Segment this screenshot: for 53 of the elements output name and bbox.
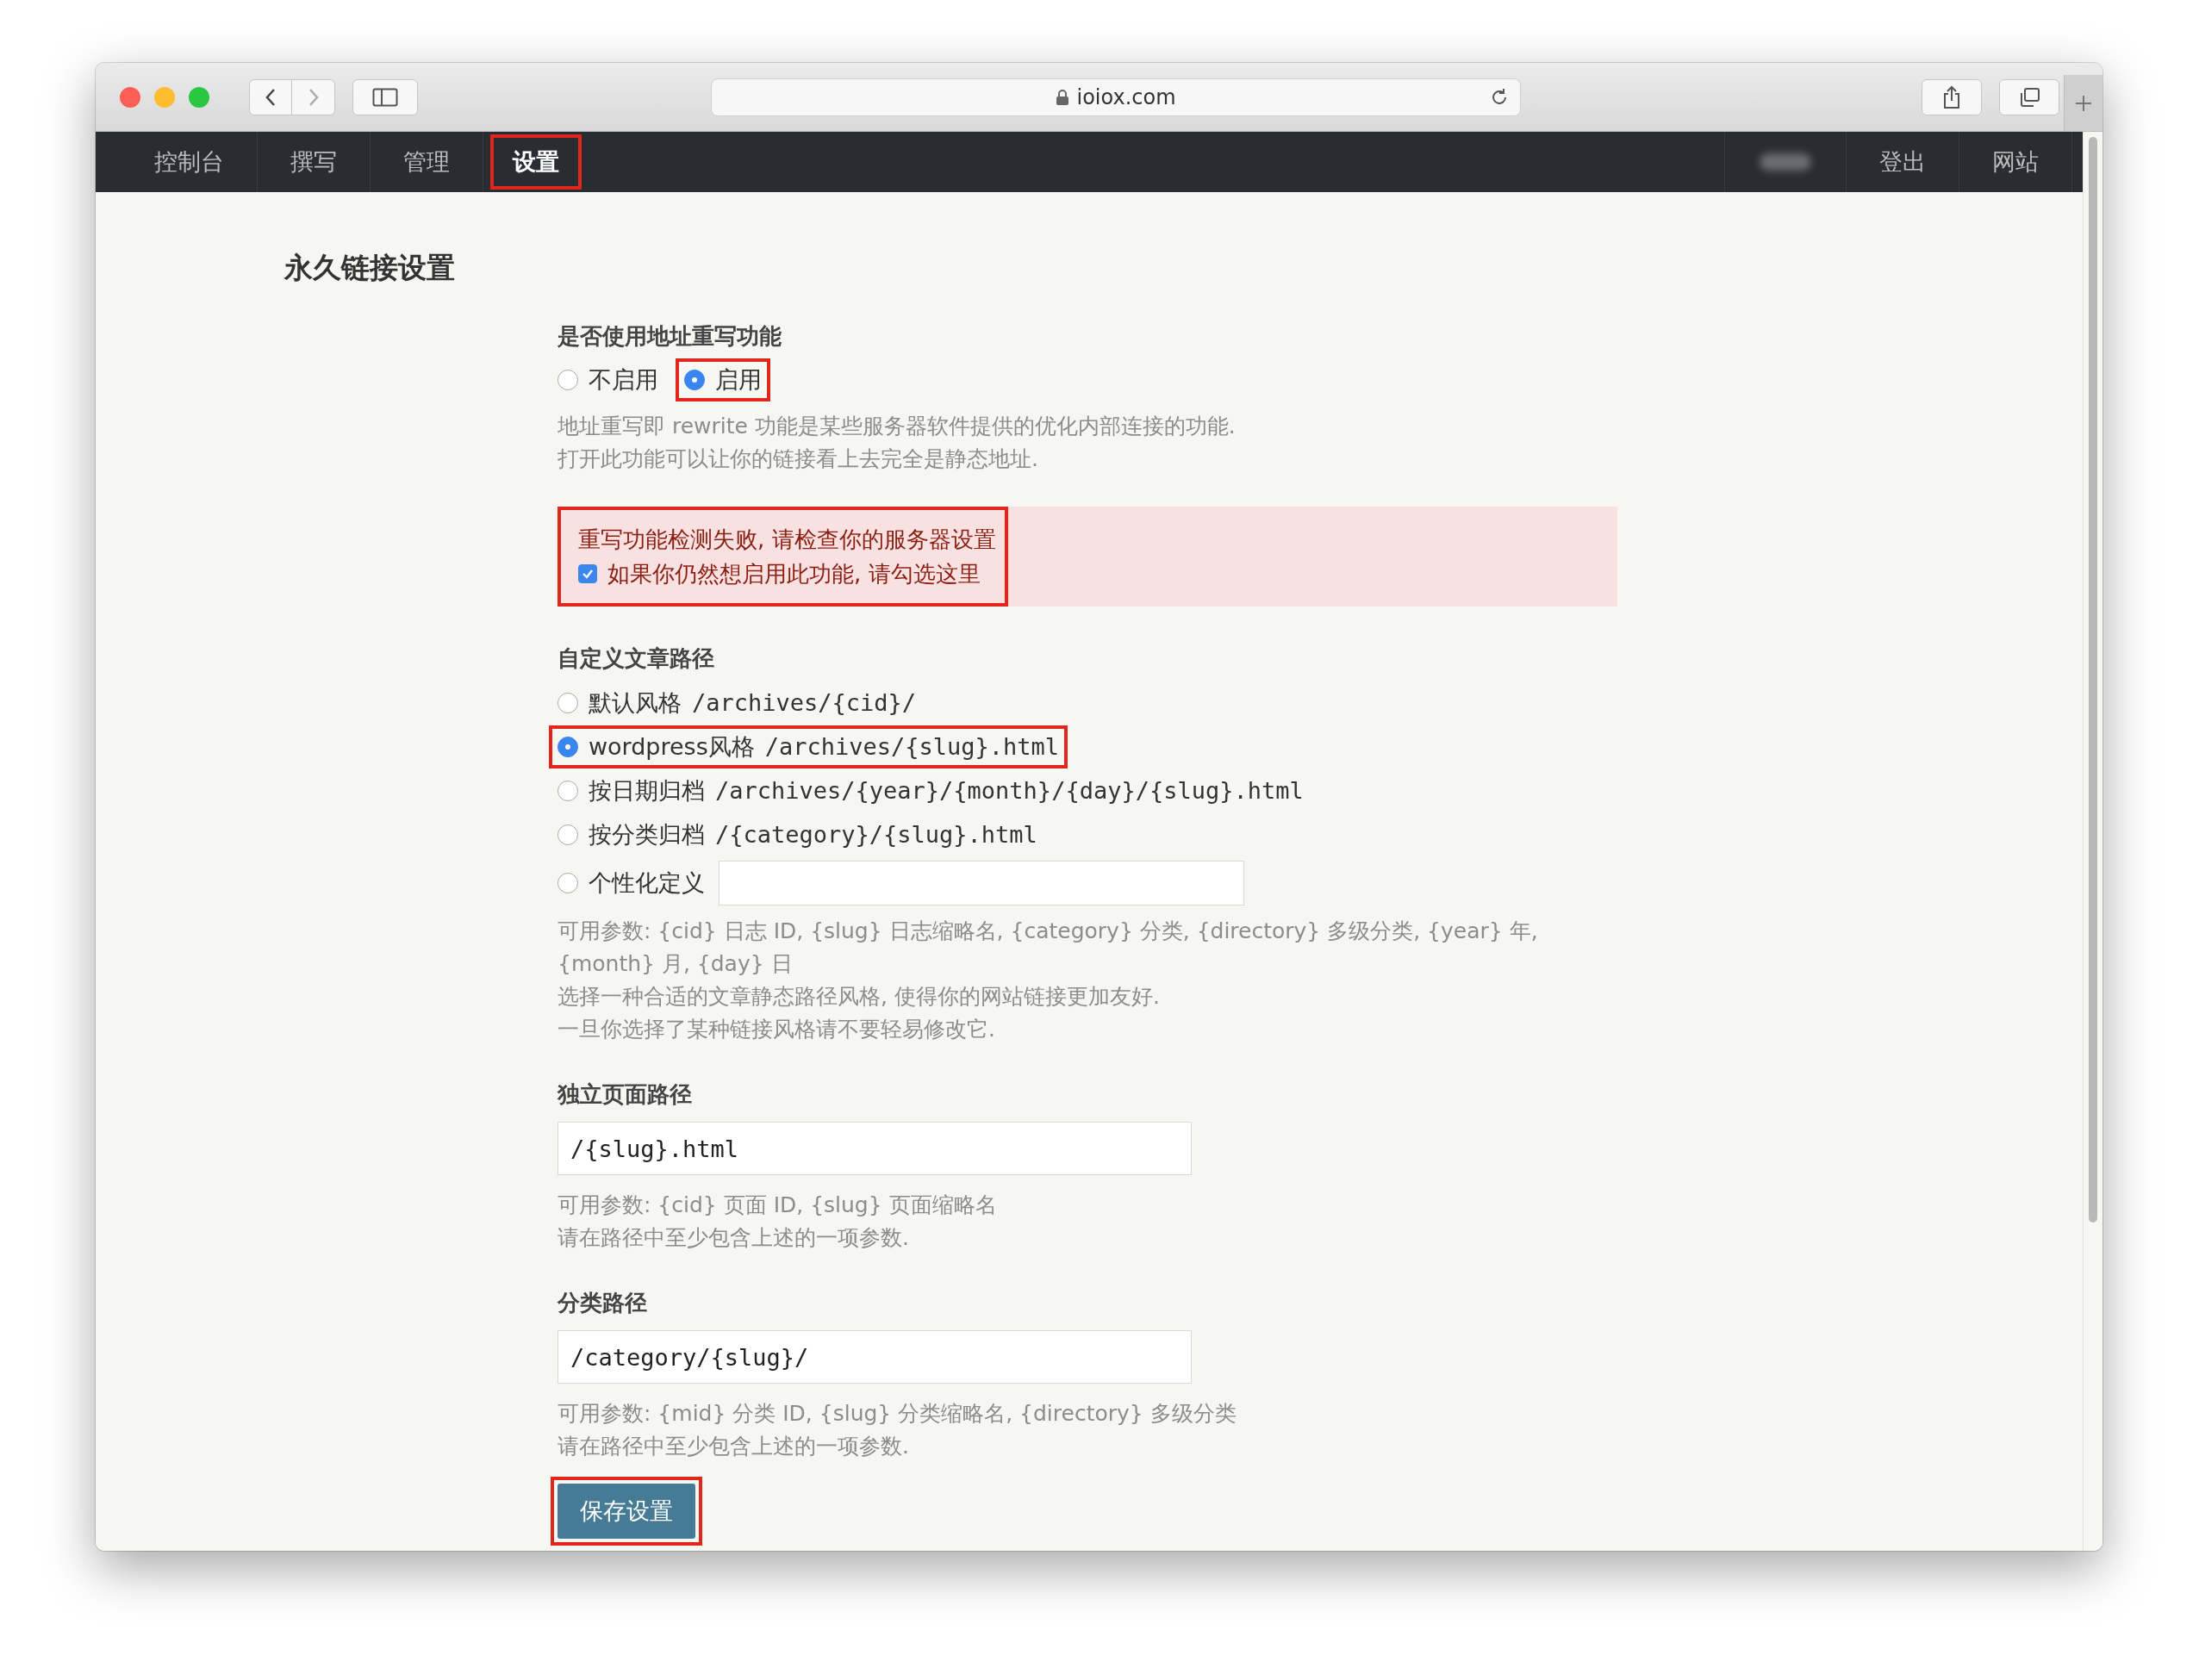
field-label: 是否使用地址重写功能 — [558, 322, 782, 351]
url-text: ioiox.com — [1076, 84, 1176, 109]
help-text: 一旦你选择了某种链接风格请不要轻易修改它. — [558, 1016, 996, 1043]
help-text: 可用参数: {cid} 页面 ID, {slug} 页面缩略名 — [558, 1192, 998, 1219]
close-icon[interactable] — [120, 86, 140, 108]
radio-button[interactable] — [558, 736, 578, 757]
radio-button[interactable] — [558, 824, 578, 845]
help-text: 请在路径中至少包含上述的一项参数. — [558, 1433, 910, 1460]
sidebar-button[interactable] — [352, 78, 418, 115]
field-label: 独立页面路径 — [558, 1080, 693, 1109]
nav-tab[interactable]: 设置 — [490, 134, 582, 190]
path-input[interactable]: /{slug}.html — [558, 1122, 1192, 1175]
help-text: 打开此功能可以让你的链接看上去完全是静态地址. — [558, 445, 1039, 473]
path-input[interactable]: /category/{slug}/ — [558, 1330, 1192, 1384]
sidebar-icon — [372, 87, 398, 107]
lock-icon — [1056, 88, 1070, 106]
radio-option[interactable]: 按日期归档 /archives/{year}/{month}/{day}/{slug}.html — [549, 768, 1312, 812]
field-label: 分类路径 — [558, 1289, 648, 1317]
checkbox[interactable] — [578, 564, 597, 583]
radio-button[interactable] — [558, 370, 578, 390]
field-label: 自定义文章路径 — [558, 644, 715, 673]
save-button[interactable]: 保存设置 — [558, 1484, 695, 1539]
minimize-icon[interactable] — [154, 86, 175, 108]
help-text: 选择一种合适的文章静态路径风格, 使得你的网站链接更加友好. — [558, 983, 1161, 1011]
address-bar[interactable]: ioiox.com — [711, 78, 1521, 116]
radio-option[interactable]: wordpress风格 /archives/{slug}.html — [549, 725, 1068, 768]
radio-option[interactable]: 按分类归档 /{category}/{slug}.html — [549, 812, 1046, 856]
help-text: 地址重写即 rewrite 功能是某些服务器软件提供的优化内部连接的功能. — [558, 413, 1237, 440]
page-title: 永久链接设置 — [284, 250, 456, 286]
radio-button[interactable] — [558, 873, 578, 893]
radio-button[interactable] — [558, 692, 578, 713]
help-text: 可用参数: {cid} 日志 ID, {slug} 日志缩略名, {category} 分类, {directory} 多级分类, {year} 年, {month} 月, {day} 日 — [558, 918, 1539, 978]
zoom-icon[interactable] — [189, 86, 209, 108]
blurred-username — [1760, 153, 1811, 171]
checkbox-option[interactable]: 如果你仍然想启用此功能, 请勾选这里 — [578, 557, 996, 591]
help-text: 请在路径中至少包含上述的一项参数. — [558, 1224, 910, 1252]
custom-path-input[interactable] — [719, 861, 1244, 905]
help-text: 可用参数: {mid} 分类 ID, {slug} 分类缩略名, {directory} 多级分类 — [558, 1400, 1237, 1428]
share-icon — [1942, 84, 1961, 109]
plus-icon — [2074, 93, 2093, 113]
radio-button[interactable] — [558, 780, 578, 801]
radio-option[interactable]: 个性化定义 — [549, 862, 713, 905]
radio-option[interactable]: 启用 — [676, 358, 770, 401]
radio-option[interactable]: 不启用 — [549, 358, 667, 401]
new-tab-button[interactable] — [2064, 75, 2102, 131]
radio-button[interactable] — [684, 370, 705, 390]
tabs-icon — [2018, 86, 2040, 108]
share-button[interactable] — [1922, 78, 1982, 115]
tabs-button[interactable] — [1999, 78, 2059, 115]
scrollbar[interactable] — [2083, 132, 2102, 1551]
alert-message: 重写功能检测失败, 请检查你的服务器设置 — [578, 526, 996, 554]
back-button[interactable] — [249, 78, 292, 115]
radio-option[interactable]: 默认风格 /archives/{cid}/ — [549, 681, 925, 725]
